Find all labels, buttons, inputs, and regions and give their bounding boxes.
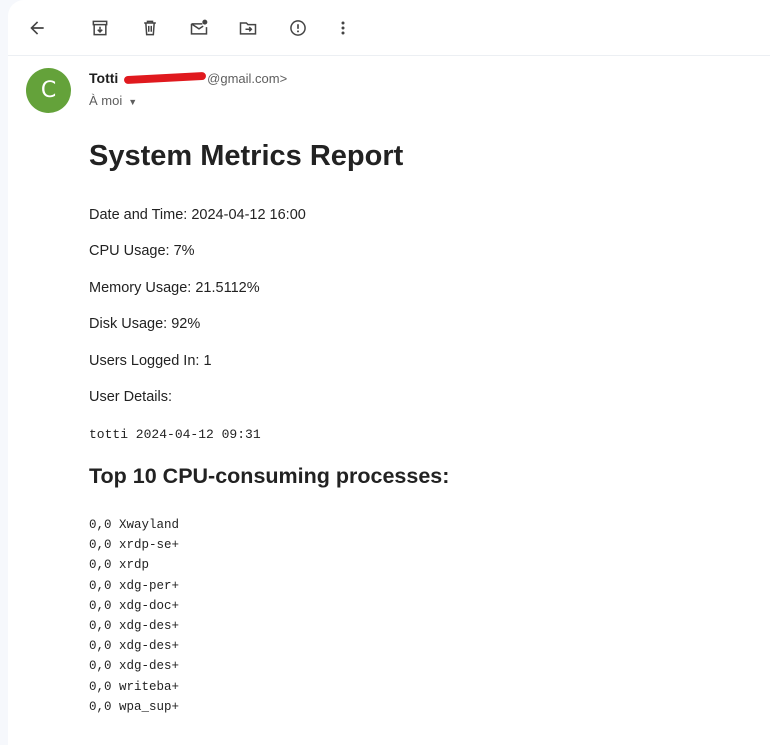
datetime-line: Date and Time: 2024-04-12 16:00: [89, 207, 306, 223]
process-item: 0,0 xdg-des+: [89, 618, 180, 633]
user-details-value: totti 2024-04-12 09:31: [89, 427, 261, 442]
more-options-button[interactable]: [323, 8, 363, 48]
memory-usage-line: Memory Usage: 21.5112%: [89, 280, 260, 296]
mark-unread-icon: [190, 19, 208, 35]
redaction-mark: [124, 72, 207, 85]
back-button[interactable]: [17, 8, 57, 48]
process-item: 0,0 xrdp: [89, 558, 150, 573]
process-list: 0,0 Xwayland 0,0 xrdp-se+ 0,0 xrdp 0,0 x…: [89, 515, 179, 717]
process-item: 0,0 xrdp-se+: [89, 538, 180, 553]
process-item: 0,0 writeba+: [89, 679, 180, 694]
details-dropdown-icon[interactable]: ▼: [128, 97, 137, 107]
sender-name[interactable]: Totti: [89, 70, 118, 86]
report-spam-icon: [290, 20, 306, 36]
move-to-icon: [239, 22, 257, 35]
email-toolbar: [8, 0, 770, 56]
user-details-label: User Details:: [89, 389, 172, 405]
sender-email: @gmail.com>: [207, 71, 288, 86]
report-spam-button[interactable]: [278, 8, 318, 48]
trash-icon: [144, 20, 156, 36]
process-item: 0,0 Xwayland: [89, 518, 180, 532]
process-item: 0,0 xdg-per+: [89, 578, 180, 593]
back-arrow-icon: [30, 21, 44, 35]
process-item: 0,0 xdg-des+: [89, 659, 180, 674]
top-processes-title: Top 10 CPU-consuming processes:: [89, 464, 450, 488]
sender-line: Totti @gmail.com>: [89, 70, 287, 86]
process-item: 0,0 xdg-des+: [89, 639, 180, 654]
archive-icon: [92, 20, 108, 36]
process-item: 0,0 wpa_sup+: [89, 699, 180, 714]
process-item: 0,0 xdg-doc+: [89, 598, 180, 613]
move-to-button[interactable]: [228, 8, 268, 48]
recipient-label: À moi: [89, 93, 123, 108]
report-title: System Metrics Report: [89, 140, 404, 172]
more-vert-icon: [341, 21, 345, 35]
delete-button[interactable]: [130, 8, 170, 48]
recipient-line: À moi ▼: [89, 93, 137, 108]
avatar-letter: C: [40, 78, 57, 103]
archive-button[interactable]: [80, 8, 120, 48]
disk-usage-line: Disk Usage: 92%: [89, 316, 201, 332]
sender-avatar[interactable]: C: [26, 68, 71, 113]
mark-unread-button[interactable]: [179, 8, 219, 48]
email-view: C Totti @gmail.com> À moi ▼ System Metric…: [8, 0, 770, 745]
users-logged-line: Users Logged In: 1: [89, 353, 212, 369]
cpu-usage-line: CPU Usage: 7%: [89, 243, 195, 259]
